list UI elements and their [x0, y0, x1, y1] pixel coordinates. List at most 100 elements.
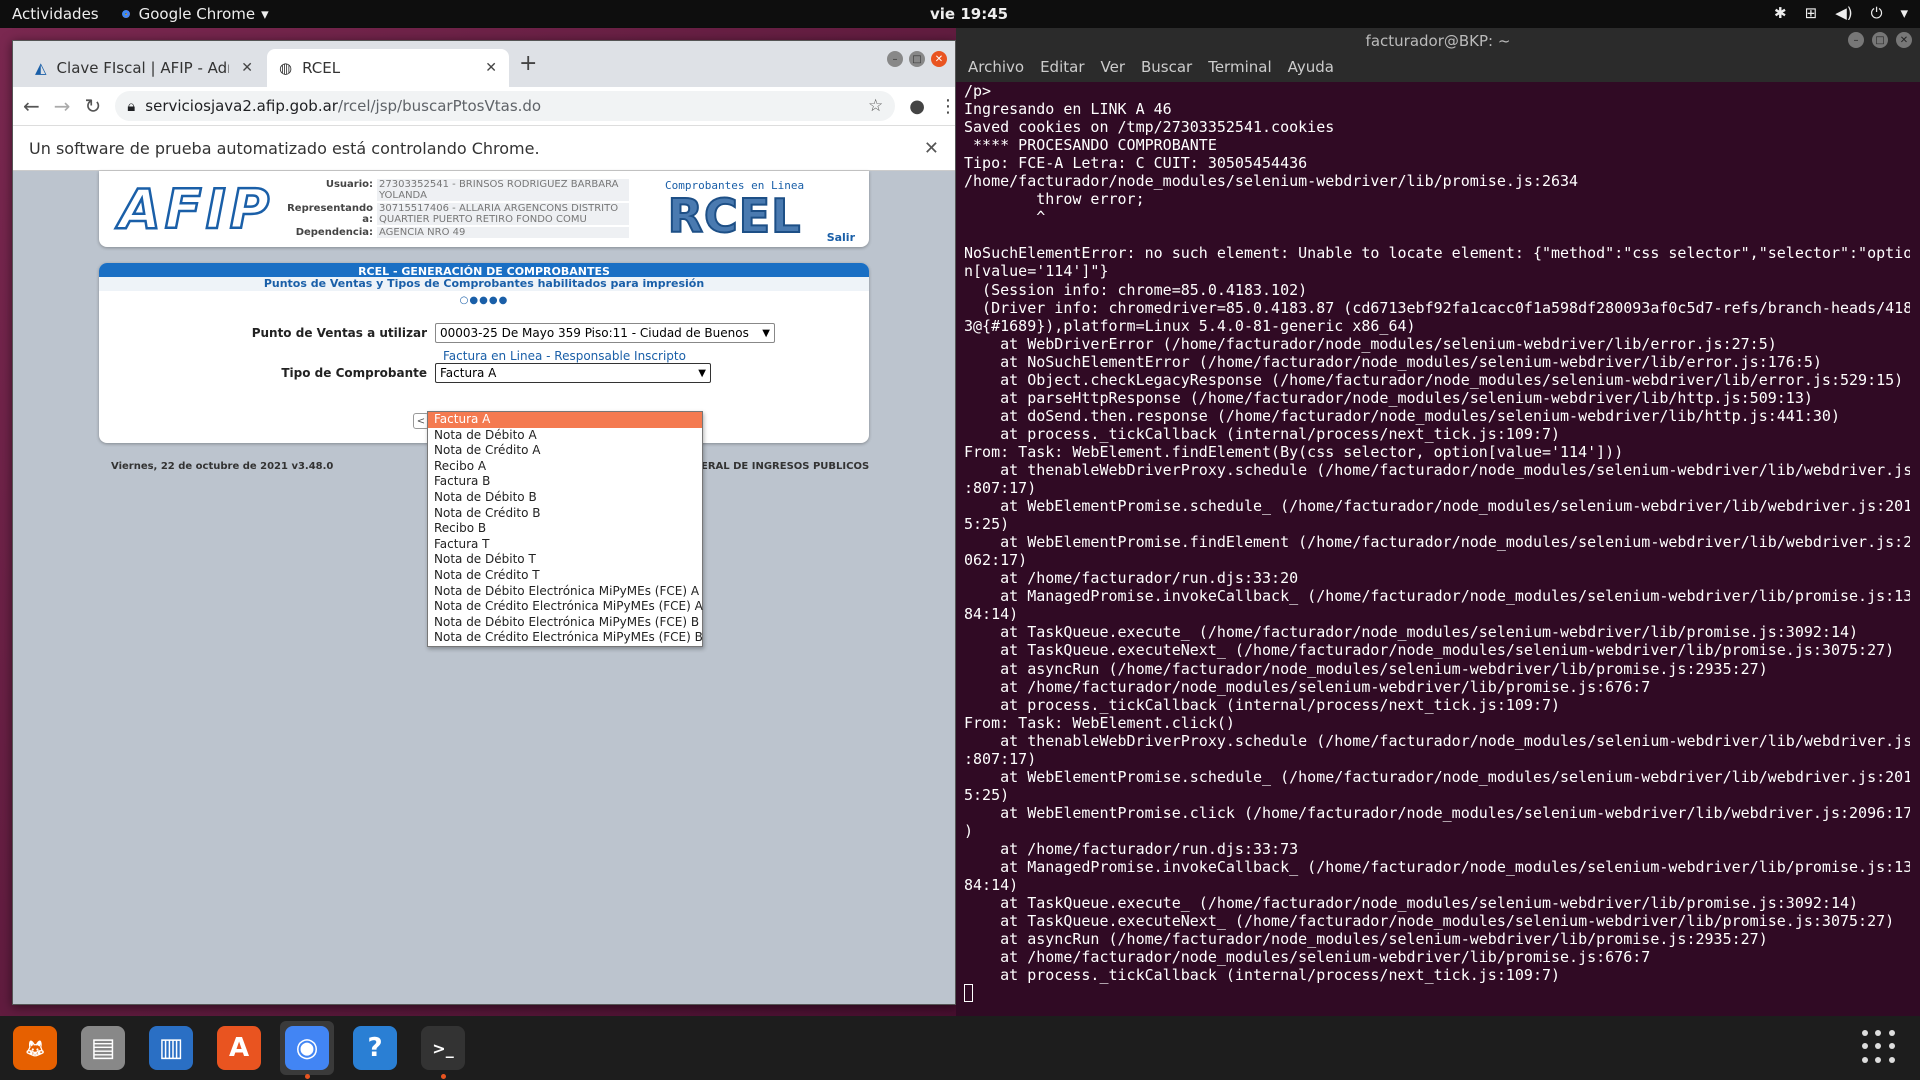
user-value: 27303352541 - BRINSOS RODRIGUEZ BARBARA … [377, 179, 629, 201]
chrome-window: ◭ Clave FIscal | AFIP - Admin ✕ ◍ RCEL ✕… [12, 40, 956, 1005]
network-icon[interactable]: ⊞ [1805, 4, 1818, 22]
terminal-menu-item[interactable]: Ayuda [1288, 58, 1334, 76]
punto-venta-row: Punto de Ventas a utilizar 00003-25 De M… [109, 323, 775, 343]
tab-label: RCEL [302, 59, 341, 77]
terminal-menu-item[interactable]: Buscar [1141, 58, 1192, 76]
close-icon[interactable]: ✕ [931, 51, 947, 67]
terminal-line: 5:25) [964, 785, 1010, 804]
dropdown-option[interactable]: Nota de Débito B [428, 490, 702, 506]
dropdown-option[interactable]: Factura B [428, 474, 702, 490]
dropdown-option[interactable]: Nota de Débito T [428, 552, 702, 568]
bluetooth-icon[interactable]: ✱ [1774, 4, 1787, 22]
punto-venta-select[interactable]: 00003-25 De Mayo 359 Piso:11 - Ciudad de… [435, 323, 775, 343]
show-applications-icon[interactable] [1862, 1030, 1896, 1064]
dropdown-option[interactable]: Nota de Crédito A [428, 443, 702, 459]
terminal-line: (Session info: chrome=85.0.4183.102) [964, 280, 1308, 299]
terminal-line: ^ [964, 208, 1046, 227]
user-label: Usuario: [325, 179, 373, 190]
terminal-menu-item[interactable]: Ver [1101, 58, 1126, 76]
terminal-line: at /home/facturador/node_modules/seleniu… [964, 948, 1651, 967]
close-icon[interactable]: ✕ [485, 60, 497, 76]
terminal-line: at TaskQueue.execute_ (/home/facturador/… [964, 623, 1859, 642]
rep-value: 30715517406 - ALLARIA ARGENCONS DISTRITO… [377, 203, 629, 225]
chrome-icon[interactable]: ◉ [280, 1021, 334, 1079]
dropdown-option[interactable]: Factura A [428, 412, 702, 428]
minimize-icon[interactable]: – [887, 51, 903, 67]
dropdown-option[interactable]: Nota de Crédito B [428, 506, 702, 522]
terminal-output[interactable]: /p> Ingresando en LINK A 46 Saved cookies … [964, 82, 1913, 1003]
dock: 🦊︎ ▤ ▥ A ◉? >_ [0, 1016, 1920, 1080]
system-tray[interactable]: ✱ ⊞ ◀) ⏻ ▾ [1774, 4, 1908, 22]
maximize-icon[interactable]: □ [1872, 32, 1888, 48]
footer-org: ERAL DE INGRESOS PUBLICOS [701, 461, 870, 472]
new-tab-button[interactable]: + [519, 51, 537, 76]
terminal-line: From: Task: WebElement.click() [964, 713, 1235, 732]
dropdown-option[interactable]: Nota de Débito A [428, 428, 702, 444]
dropdown-option[interactable]: Nota de Crédito Electrónica MiPyMEs (FCE… [428, 599, 703, 615]
menu-dots-icon[interactable]: ⋮ [939, 96, 955, 117]
profile-icon[interactable]: ● [909, 96, 925, 117]
close-icon[interactable]: ✕ [1896, 32, 1912, 48]
tab-clave-fiscal[interactable]: ◭ Clave FIscal | AFIP - Admin ✕ [23, 49, 265, 87]
terminal-scrollbar[interactable] [1910, 82, 1920, 1016]
close-icon[interactable]: ✕ [241, 60, 253, 76]
dropdown-option[interactable]: Factura T [428, 537, 702, 553]
close-icon[interactable]: ✕ [924, 138, 939, 159]
terminal-icon[interactable]: >_ [416, 1021, 470, 1079]
software-icon[interactable]: A [212, 1021, 266, 1075]
chevron-down-icon: ▼ [762, 327, 770, 339]
salir-link[interactable]: Salir [827, 231, 855, 244]
power-icon[interactable]: ⏻ [1871, 4, 1883, 22]
terminal-window: facturador@BKP: ~ Archivo Editar Ver Buscar… [956, 28, 1920, 1016]
maximize-icon[interactable]: □ [909, 51, 925, 67]
dropdown-option[interactable]: Nota de Crédito Electrónica MiPyMEs (FCE… [428, 630, 703, 646]
afip-header: AFIP Usuario: 27303352541 - BRINSOS RODRI… [99, 171, 869, 247]
chevron-down-icon[interactable]: ▾ [1900, 4, 1908, 22]
afip-logo: AFIP [118, 178, 274, 241]
globe-icon: ◍ [279, 59, 293, 77]
dropdown-option[interactable]: Nota de Débito Electrónica MiPyMEs (FCE)… [428, 584, 702, 600]
terminal-menu-item[interactable]: Terminal [1208, 58, 1271, 76]
volume-icon[interactable]: ◀) [1835, 4, 1852, 22]
terminal-line: Saved cookies on /tmp/27303352541.cookie… [964, 118, 1335, 137]
reload-icon[interactable]: ↻ [85, 94, 102, 118]
app-menu[interactable]: Google Chrome ▾ [118, 5, 269, 23]
dropdown-option[interactable]: Recibo B [428, 521, 702, 537]
terminal-line: at process._tickCallback (internal/proce… [964, 966, 1561, 985]
tipo-label: Tipo de Comprobante [281, 366, 427, 380]
back-icon[interactable]: ← [23, 94, 40, 118]
clock[interactable]: vie 19:45 [930, 5, 1008, 23]
terminal-menu-item[interactable]: Archivo [968, 58, 1024, 76]
terminal-line: at asyncRun (/home/facturador/node_modul… [964, 659, 1768, 678]
help-icon[interactable]: ? [348, 1021, 402, 1075]
tipo-comprobante-select[interactable]: Factura A ▼ [435, 363, 711, 383]
terminal-line: at TaskQueue.executeNext_ (/home/factura… [964, 912, 1895, 931]
terminal-line: at asyncRun (/home/facturador/node_modul… [964, 930, 1768, 949]
terminal-line: at /home/facturador/node_modules/seleniu… [964, 677, 1651, 696]
tipo-row: Tipo de Comprobante Factura A ▼ [109, 363, 711, 383]
terminal-line: at Object.checkLegacyResponse (/home/fac… [964, 370, 1904, 389]
terminal-line: at thenableWebDriverProxy.schedule (/hom… [964, 460, 1913, 479]
files-icon[interactable]: ▤ [76, 1021, 130, 1075]
dropdown-option[interactable]: Recibo A [428, 459, 702, 475]
bookmark-star-icon[interactable]: ☆ [868, 96, 883, 116]
dep-value: AGENCIA NRO 49 [377, 227, 629, 238]
terminal-line: at thenableWebDriverProxy.schedule (/hom… [964, 731, 1913, 750]
address-bar[interactable]: 🔒︎ serviciosjava2.afip.gob.ar/rcel/jsp/b… [115, 91, 896, 121]
tipo-comprobante-dropdown[interactable]: Factura A Nota de Débito A Nota de Crédito… [427, 411, 703, 647]
firefox-icon[interactable]: 🦊︎ [8, 1021, 62, 1075]
url-host: serviciosjava2.afip.gob.ar [145, 97, 338, 115]
dropdown-option[interactable]: Nota de Débito Electrónica MiPyMEs (FCE)… [428, 615, 702, 631]
activities-button[interactable]: Actividades [12, 5, 99, 23]
dropdown-option[interactable]: Nota de Crédito T [428, 568, 702, 584]
tab-rcel[interactable]: ◍ RCEL ✕ [267, 49, 509, 87]
pv-label: Punto de Ventas a utilizar [251, 326, 427, 340]
terminal-line: **** PROCESANDO COMPROBANTE [964, 136, 1217, 155]
forward-icon[interactable]: → [54, 94, 71, 118]
step-indicator: ○●●●● [459, 295, 509, 306]
terminal-menu-item[interactable]: Editar [1040, 58, 1084, 76]
writer-icon[interactable]: ▥ [144, 1021, 198, 1075]
lock-icon: 🔒︎ [127, 97, 136, 115]
terminal-title: facturador@BKP: ~ [1365, 32, 1511, 50]
minimize-icon[interactable]: – [1848, 32, 1864, 48]
